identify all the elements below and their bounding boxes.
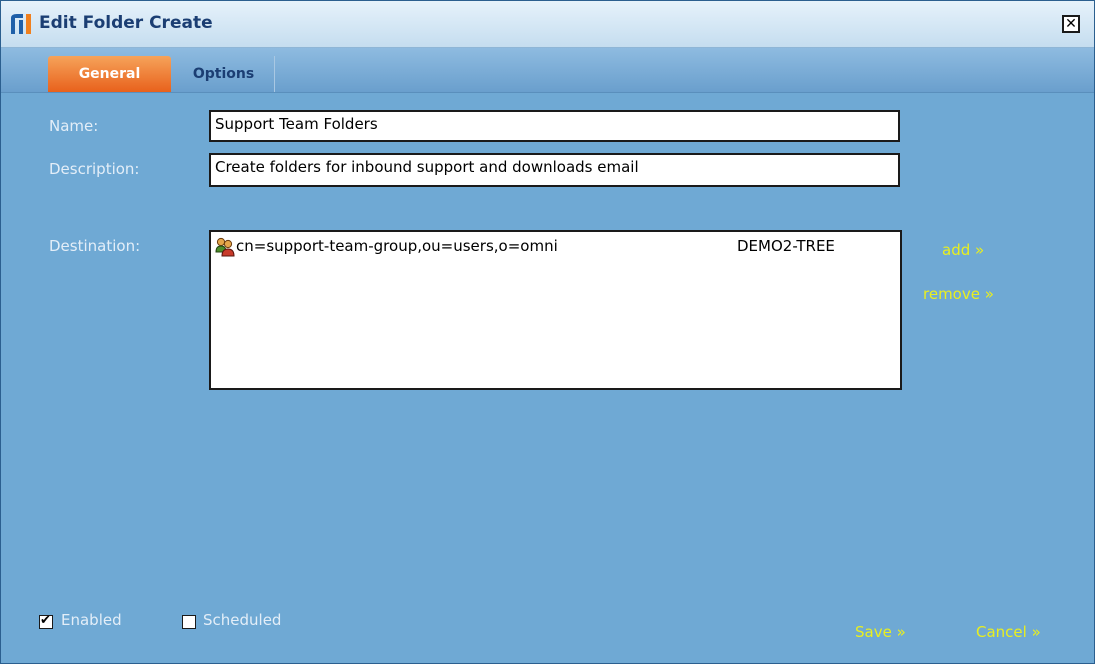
dialog-title: Edit Folder Create: [39, 13, 213, 33]
remove-link[interactable]: remove »: [923, 285, 994, 303]
app-logo-icon: [11, 14, 31, 34]
list-item[interactable]: cn=support-team-group,ou=users,o=omni DE…: [215, 236, 895, 258]
scheduled-label[interactable]: Scheduled: [203, 611, 281, 629]
name-label: Name:: [49, 117, 99, 135]
enabled-checkbox[interactable]: [39, 613, 53, 629]
scheduled-checkbox[interactable]: [182, 615, 196, 629]
group-icon: [215, 237, 235, 257]
destination-tree: DEMO2-TREE: [737, 237, 835, 255]
add-link[interactable]: add »: [942, 241, 984, 259]
title-bar[interactable]: Edit Folder Create ✕: [1, 1, 1094, 48]
tab-options[interactable]: Options: [173, 56, 275, 92]
close-button[interactable]: ✕: [1062, 15, 1080, 33]
enabled-label[interactable]: Enabled: [61, 611, 122, 629]
close-icon: ✕: [1065, 16, 1077, 32]
tab-general[interactable]: General: [48, 56, 171, 92]
edit-folder-dialog: Edit Folder Create ✕ General Options Nam…: [0, 0, 1095, 664]
save-link[interactable]: Save »: [855, 623, 906, 641]
tab-bar: General Options: [1, 48, 1094, 93]
destination-dn: cn=support-team-group,ou=users,o=omni: [236, 237, 558, 255]
description-input[interactable]: Create folders for inbound support and d…: [209, 153, 900, 187]
name-input[interactable]: Support Team Folders: [209, 110, 900, 142]
cancel-link[interactable]: Cancel »: [976, 623, 1041, 641]
destination-list[interactable]: cn=support-team-group,ou=users,o=omni DE…: [209, 230, 902, 390]
description-label: Description:: [49, 160, 140, 178]
destination-label: Destination:: [49, 237, 141, 255]
